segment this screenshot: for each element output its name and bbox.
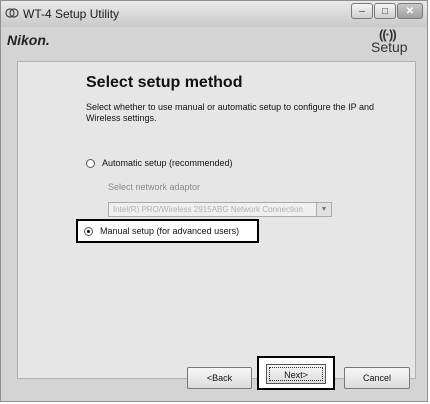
next-button-highlight: Next> bbox=[257, 356, 335, 390]
close-icon[interactable]: ✕ bbox=[397, 3, 423, 19]
maximize-icon[interactable]: □ bbox=[374, 3, 396, 19]
minimize-icon[interactable]: – bbox=[351, 3, 373, 19]
adapter-label: Select network adaptor bbox=[108, 182, 201, 192]
chevron-down-icon[interactable]: ▼ bbox=[316, 203, 331, 216]
setup-window: WT-4 Setup Utility – □ ✕ Nikon. ((·)) Se… bbox=[0, 0, 428, 402]
option-automatic-label: Automatic setup (recommended) bbox=[102, 158, 233, 168]
next-button[interactable]: Next> bbox=[266, 364, 326, 384]
window-title: WT-4 Setup Utility bbox=[23, 7, 120, 21]
page-description: Select whether to use manual or automati… bbox=[86, 102, 375, 123]
page-title: Select setup method bbox=[86, 74, 243, 91]
brand-logo: Nikon. bbox=[7, 32, 50, 48]
setup-logo: ((·)) Setup bbox=[365, 27, 421, 55]
content-panel: Select setup method Select whether to us… bbox=[17, 61, 416, 390]
radio-automatic[interactable] bbox=[86, 158, 95, 168]
app-header: Nikon. ((·)) Setup bbox=[1, 27, 427, 55]
adapter-select[interactable]: Intel(R) PRO/Wireless 2915ABG Network Co… bbox=[108, 202, 332, 217]
title-bar: WT-4 Setup Utility – □ ✕ bbox=[1, 1, 427, 28]
cancel-button[interactable]: Cancel bbox=[344, 367, 410, 389]
back-button[interactable]: <Back bbox=[187, 367, 252, 389]
app-icon bbox=[5, 7, 19, 19]
window-controls: – □ ✕ bbox=[351, 3, 423, 21]
adapter-select-value: Intel(R) PRO/Wireless 2915ABG Network Co… bbox=[113, 205, 303, 214]
option-manual[interactable]: Manual setup (for advanced users) bbox=[84, 226, 239, 236]
radio-manual[interactable] bbox=[84, 226, 93, 236]
setup-logo-text: Setup bbox=[371, 39, 408, 55]
option-manual-label: Manual setup (for advanced users) bbox=[100, 226, 240, 236]
option-automatic[interactable]: Automatic setup (recommended) bbox=[86, 158, 233, 168]
next-button-label: Next> bbox=[269, 367, 323, 381]
